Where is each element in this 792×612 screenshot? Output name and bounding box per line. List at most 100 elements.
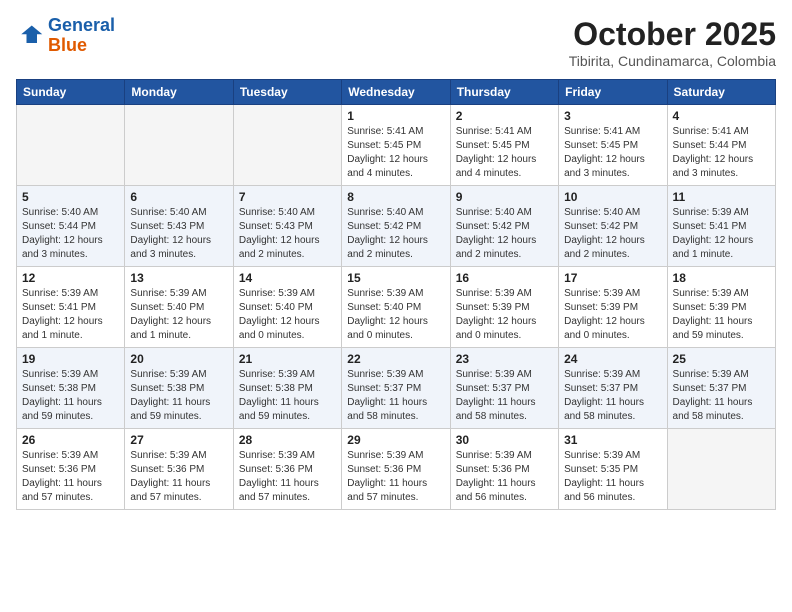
day-number: 30 — [456, 433, 553, 447]
calendar-week-row: 1 Sunrise: 5:41 AM Sunset: 5:45 PM Daylig… — [17, 105, 776, 186]
day-info: Sunrise: 5:39 AM Sunset: 5:38 PM Dayligh… — [22, 368, 119, 424]
calendar-day-cell: 31Sunrise: 5:39 AM Sunset: 5:35 PM Dayli… — [559, 429, 667, 510]
day-info: Sunrise: 5:39 AM Sunset: 5:37 PM Dayligh… — [456, 368, 553, 424]
day-info: Sunrise: 5:39 AM Sunset: 5:39 PM Dayligh… — [673, 287, 770, 343]
day-number: 18 — [673, 271, 770, 285]
day-info: Sunrise: 5:39 AM Sunset: 5:41 PM Dayligh… — [22, 287, 119, 343]
calendar-day-cell: 25 Sunrise: 5:39 AM Sunset: 5:37 PM Dayli… — [667, 348, 775, 429]
day-number: 3 — [564, 109, 661, 123]
calendar-day-cell: 24 Sunrise: 5:39 AM Sunset: 5:37 PM Dayli… — [559, 348, 667, 429]
day-info: Sunrise: 5:40 AM Sunset: 5:44 PM Dayligh… — [22, 206, 119, 262]
day-info: Sunrise: 5:39 AM Sunset: 5:36 PM Dayligh… — [130, 449, 227, 505]
calendar-day-cell: 4Sunrise: 5:41 AM Sunset: 5:44 PM Daylig… — [667, 105, 775, 186]
calendar-day-cell: 20 Sunrise: 5:39 AM Sunset: 5:38 PM Dayli… — [125, 348, 233, 429]
day-info: Sunrise: 5:39 AM Sunset: 5:38 PM Dayligh… — [130, 368, 227, 424]
day-info: Sunrise: 5:39 AM Sunset: 5:37 PM Dayligh… — [347, 368, 444, 424]
page-header: General Blue October 2025 Tibirita, Cund… — [16, 16, 776, 69]
day-number: 11 — [673, 190, 770, 204]
day-info: Sunrise: 5:40 AM Sunset: 5:42 PM Dayligh… — [456, 206, 553, 262]
calendar-day-cell — [233, 105, 341, 186]
day-info: Sunrise: 5:40 AM Sunset: 5:42 PM Dayligh… — [347, 206, 444, 262]
logo-icon — [16, 22, 44, 50]
day-info: Sunrise: 5:39 AM Sunset: 5:37 PM Dayligh… — [564, 368, 661, 424]
calendar-day-cell: 26Sunrise: 5:39 AM Sunset: 5:36 PM Dayli… — [17, 429, 125, 510]
calendar-day-cell: 15Sunrise: 5:39 AM Sunset: 5:40 PM Dayli… — [342, 267, 450, 348]
title-area: October 2025 Tibirita, Cundinamarca, Col… — [569, 16, 776, 69]
calendar-day-cell — [125, 105, 233, 186]
day-info: Sunrise: 5:41 AM Sunset: 5:45 PM Dayligh… — [347, 125, 444, 181]
day-info: Sunrise: 5:39 AM Sunset: 5:39 PM Dayligh… — [456, 287, 553, 343]
calendar-day-cell: 6 Sunrise: 5:40 AM Sunset: 5:43 PM Daylig… — [125, 186, 233, 267]
logo: General Blue — [16, 16, 115, 56]
day-number: 6 — [130, 190, 227, 204]
day-number: 25 — [673, 352, 770, 366]
day-info: Sunrise: 5:39 AM Sunset: 5:35 PM Dayligh… — [564, 449, 661, 505]
day-info: Sunrise: 5:39 AM Sunset: 5:36 PM Dayligh… — [22, 449, 119, 505]
day-number: 19 — [22, 352, 119, 366]
calendar-day-cell: 28 Sunrise: 5:39 AM Sunset: 5:36 PM Dayli… — [233, 429, 341, 510]
calendar-table: SundayMondayTuesdayWednesdayThursdayFrid… — [16, 79, 776, 510]
calendar-day-cell — [667, 429, 775, 510]
calendar-day-cell: 30 Sunrise: 5:39 AM Sunset: 5:36 PM Dayli… — [450, 429, 558, 510]
calendar-day-cell: 27 Sunrise: 5:39 AM Sunset: 5:36 PM Dayli… — [125, 429, 233, 510]
calendar-week-row: 5Sunrise: 5:40 AM Sunset: 5:44 PM Daylig… — [17, 186, 776, 267]
day-info: Sunrise: 5:40 AM Sunset: 5:43 PM Dayligh… — [239, 206, 336, 262]
day-info: Sunrise: 5:39 AM Sunset: 5:40 PM Dayligh… — [239, 287, 336, 343]
day-number: 22 — [347, 352, 444, 366]
calendar-day-cell: 22 Sunrise: 5:39 AM Sunset: 5:37 PM Dayli… — [342, 348, 450, 429]
weekday-header: Wednesday — [342, 80, 450, 105]
location-title: Tibirita, Cundinamarca, Colombia — [569, 53, 776, 69]
logo-text: General Blue — [48, 16, 115, 56]
day-number: 9 — [456, 190, 553, 204]
calendar-week-row: 12 Sunrise: 5:39 AM Sunset: 5:41 PM Dayli… — [17, 267, 776, 348]
calendar-day-cell: 17 Sunrise: 5:39 AM Sunset: 5:39 PM Dayli… — [559, 267, 667, 348]
day-number: 29 — [347, 433, 444, 447]
calendar-day-cell: 2 Sunrise: 5:41 AM Sunset: 5:45 PM Daylig… — [450, 105, 558, 186]
day-number: 8 — [347, 190, 444, 204]
day-info: Sunrise: 5:39 AM Sunset: 5:36 PM Dayligh… — [239, 449, 336, 505]
day-info: Sunrise: 5:40 AM Sunset: 5:42 PM Dayligh… — [564, 206, 661, 262]
calendar-day-cell: 19 Sunrise: 5:39 AM Sunset: 5:38 PM Dayli… — [17, 348, 125, 429]
day-info: Sunrise: 5:39 AM Sunset: 5:36 PM Dayligh… — [456, 449, 553, 505]
day-number: 2 — [456, 109, 553, 123]
calendar-day-cell: 21 Sunrise: 5:39 AM Sunset: 5:38 PM Dayli… — [233, 348, 341, 429]
day-info: Sunrise: 5:39 AM Sunset: 5:37 PM Dayligh… — [673, 368, 770, 424]
calendar-day-cell: 16 Sunrise: 5:39 AM Sunset: 5:39 PM Dayli… — [450, 267, 558, 348]
calendar-day-cell: 11Sunrise: 5:39 AM Sunset: 5:41 PM Dayli… — [667, 186, 775, 267]
calendar-day-cell: 13 Sunrise: 5:39 AM Sunset: 5:40 PM Dayli… — [125, 267, 233, 348]
day-number: 17 — [564, 271, 661, 285]
day-number: 20 — [130, 352, 227, 366]
day-number: 7 — [239, 190, 336, 204]
day-number: 12 — [22, 271, 119, 285]
calendar-week-row: 26Sunrise: 5:39 AM Sunset: 5:36 PM Dayli… — [17, 429, 776, 510]
day-info: Sunrise: 5:39 AM Sunset: 5:36 PM Dayligh… — [347, 449, 444, 505]
calendar-day-cell: 9 Sunrise: 5:40 AM Sunset: 5:42 PM Daylig… — [450, 186, 558, 267]
calendar-day-cell: 10 Sunrise: 5:40 AM Sunset: 5:42 PM Dayli… — [559, 186, 667, 267]
day-info: Sunrise: 5:39 AM Sunset: 5:38 PM Dayligh… — [239, 368, 336, 424]
calendar-day-cell: 8 Sunrise: 5:40 AM Sunset: 5:42 PM Daylig… — [342, 186, 450, 267]
day-number: 14 — [239, 271, 336, 285]
day-number: 1 — [347, 109, 444, 123]
calendar-day-cell: 14 Sunrise: 5:39 AM Sunset: 5:40 PM Dayli… — [233, 267, 341, 348]
day-info: Sunrise: 5:41 AM Sunset: 5:45 PM Dayligh… — [456, 125, 553, 181]
calendar-day-cell: 29 Sunrise: 5:39 AM Sunset: 5:36 PM Dayli… — [342, 429, 450, 510]
day-number: 24 — [564, 352, 661, 366]
weekday-header: Friday — [559, 80, 667, 105]
day-info: Sunrise: 5:40 AM Sunset: 5:43 PM Dayligh… — [130, 206, 227, 262]
calendar-day-cell: 7 Sunrise: 5:40 AM Sunset: 5:43 PM Daylig… — [233, 186, 341, 267]
day-number: 13 — [130, 271, 227, 285]
day-number: 28 — [239, 433, 336, 447]
month-title: October 2025 — [569, 16, 776, 53]
day-info: Sunrise: 5:41 AM Sunset: 5:45 PM Dayligh… — [564, 125, 661, 181]
calendar-week-row: 19 Sunrise: 5:39 AM Sunset: 5:38 PM Dayli… — [17, 348, 776, 429]
day-number: 21 — [239, 352, 336, 366]
day-number: 16 — [456, 271, 553, 285]
day-number: 10 — [564, 190, 661, 204]
calendar-day-cell — [17, 105, 125, 186]
day-info: Sunrise: 5:39 AM Sunset: 5:39 PM Dayligh… — [564, 287, 661, 343]
day-info: Sunrise: 5:39 AM Sunset: 5:40 PM Dayligh… — [130, 287, 227, 343]
weekday-header: Sunday — [17, 80, 125, 105]
calendar-day-cell: 3 Sunrise: 5:41 AM Sunset: 5:45 PM Daylig… — [559, 105, 667, 186]
day-number: 15 — [347, 271, 444, 285]
day-number: 27 — [130, 433, 227, 447]
